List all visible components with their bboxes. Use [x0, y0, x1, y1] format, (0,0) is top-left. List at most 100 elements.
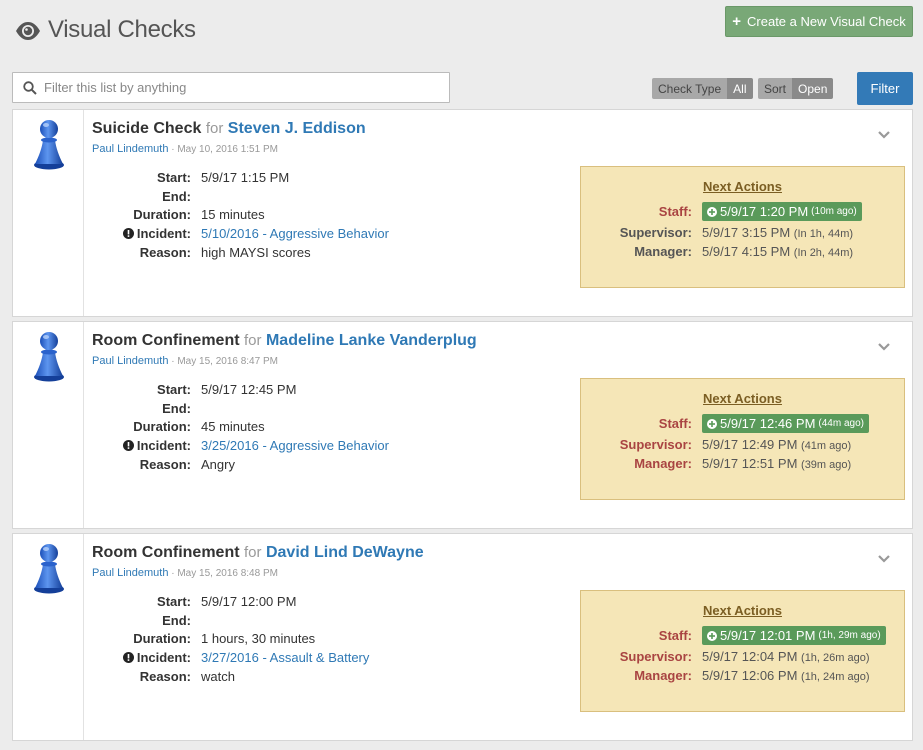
manager-label: Manager:: [634, 456, 692, 471]
incident-label: Incident:: [136, 225, 191, 241]
manager-time: 5/9/17 4:15 PM: [702, 244, 791, 259]
next-actions-panel: Next Actions Staff: 5/9/17 1:20 PM (10m …: [580, 166, 905, 288]
end-row: End:: [93, 399, 389, 418]
incident-row: Incident: 3/25/2016 - Aggressive Behavio…: [93, 436, 389, 455]
chevron-down-icon[interactable]: [877, 130, 891, 140]
supervisor-relative: (41m ago): [801, 440, 852, 452]
incident-link[interactable]: 3/25/2016 - Aggressive Behavior: [201, 438, 389, 453]
search-icon: [23, 80, 37, 95]
sort-label[interactable]: Sort: [758, 78, 793, 99]
reason-value: high MAYSI scores: [201, 244, 311, 260]
reason-row: Reason: watch: [93, 667, 369, 686]
incident-label-group: Incident:: [93, 650, 191, 665]
visual-check-card: Room Confinement for Madeline Lanke Vand…: [12, 321, 913, 529]
byline: Paul Lindemuth · May 15, 2016 8:48 PM: [92, 567, 278, 579]
check-type: Room Confinement: [92, 544, 240, 561]
check-details: Start: 5/9/17 1:15 PM End: Duration: 15 …: [93, 168, 389, 261]
for-text: for: [244, 544, 262, 561]
supervisor-row: Supervisor: 5/9/17 12:04 PM (1h, 26m ago…: [581, 649, 870, 664]
reason-value: Angry: [201, 456, 235, 472]
incident-link[interactable]: 5/10/2016 - Aggressive Behavior: [201, 226, 389, 241]
supervisor-time: 5/9/17 12:04 PM: [702, 649, 798, 664]
supervisor-row: Supervisor: 5/9/17 3:15 PM (In 1h, 44m): [581, 225, 853, 240]
start-label: Start:: [157, 593, 191, 609]
staff-time: 5/9/17 12:46 PM: [720, 416, 816, 431]
plus-circle-icon: [707, 206, 717, 217]
create-button-label: Create a New Visual Check: [747, 14, 906, 29]
reason-label: Reason:: [139, 244, 191, 260]
staff-badge[interactable]: 5/9/17 12:01 PM (1h, 29m ago): [702, 626, 886, 645]
filter-button[interactable]: Filter: [857, 72, 913, 105]
author-link[interactable]: Paul Lindemuth: [92, 567, 168, 579]
staff-badge[interactable]: 5/9/17 12:46 PM (44m ago): [702, 414, 869, 433]
supervisor-value: 5/9/17 12:49 PM (41m ago): [702, 437, 851, 452]
search-field[interactable]: [12, 72, 450, 103]
sort-value[interactable]: Open: [792, 78, 834, 99]
start-row: Start: 5/9/17 1:15 PM: [93, 168, 389, 187]
search-input[interactable]: [44, 80, 434, 95]
check-type-label[interactable]: Check Type: [652, 78, 728, 99]
visual-check-card: Room Confinement for David Lind DeWayne …: [12, 533, 913, 741]
pawn-icon: [34, 332, 64, 382]
start-row: Start: 5/9/17 12:45 PM: [93, 380, 389, 399]
visual-check-card: Suicide Check for Steven J. Eddison Paul…: [12, 109, 913, 317]
sort-toggle[interactable]: Sort Open: [758, 78, 834, 99]
duration-label: Duration:: [133, 631, 191, 647]
duration-value: 1 hours, 30 minutes: [201, 631, 316, 647]
duration-row: Duration: 1 hours, 30 minutes: [93, 629, 369, 648]
author-link[interactable]: Paul Lindemuth: [92, 355, 168, 367]
page-header: Visual Checks + Create a New Visual Chec…: [0, 0, 923, 64]
chevron-down-icon[interactable]: [877, 342, 891, 352]
manager-relative: (In 2h, 44m): [793, 247, 854, 259]
card-icon-column: [13, 110, 84, 316]
duration-row: Duration: 45 minutes: [93, 417, 389, 436]
staff-relative: (1h, 29m ago): [818, 630, 881, 641]
create-visual-check-button[interactable]: + Create a New Visual Check: [725, 6, 913, 37]
start-value: 5/9/17 1:15 PM: [201, 169, 290, 185]
info-circle-icon: [122, 439, 134, 451]
person-link[interactable]: Madeline Lanke Vanderplug: [266, 332, 477, 349]
author-link[interactable]: Paul Lindemuth: [92, 143, 168, 155]
incident-link[interactable]: 3/27/2016 - Assault & Battery: [201, 650, 369, 665]
check-details: Start: 5/9/17 12:45 PM End: Duration: 45…: [93, 380, 389, 473]
duration-label: Duration:: [133, 419, 191, 435]
reason-row: Reason: high MAYSI scores: [93, 243, 389, 262]
check-type-value[interactable]: All: [727, 78, 753, 99]
info-circle-icon: [122, 651, 134, 663]
duration-row: Duration: 15 minutes: [93, 205, 389, 224]
reason-value: watch: [201, 668, 235, 684]
check-type: Room Confinement: [92, 332, 240, 349]
card-title: Suicide Check for Steven J. Eddison: [92, 120, 366, 138]
next-actions-title[interactable]: Next Actions: [581, 179, 904, 194]
card-icon-column: [13, 534, 84, 740]
person-link[interactable]: David Lind DeWayne: [266, 544, 424, 561]
manager-label: Manager:: [634, 668, 692, 683]
eye-icon: [16, 22, 40, 40]
info-circle-icon: [122, 227, 134, 239]
duration-label: Duration:: [133, 207, 191, 223]
person-link[interactable]: Steven J. Eddison: [228, 120, 366, 137]
manager-row: Manager: 5/9/17 4:15 PM (In 2h, 44m): [581, 244, 853, 259]
chevron-down-icon[interactable]: [877, 554, 891, 564]
supervisor-value: 5/9/17 12:04 PM (1h, 26m ago): [702, 649, 870, 664]
staff-relative: (10m ago): [811, 206, 857, 217]
check-type: Suicide Check: [92, 120, 202, 137]
manager-time: 5/9/17 12:06 PM: [702, 668, 798, 683]
staff-row: Staff: 5/9/17 12:46 PM (44m ago): [581, 414, 869, 433]
card-icon-column: [13, 322, 84, 528]
end-label: End:: [162, 612, 191, 628]
plus-circle-icon: [707, 630, 717, 641]
end-row: End:: [93, 187, 389, 206]
next-actions-title[interactable]: Next Actions: [581, 391, 904, 406]
staff-time: 5/9/17 12:01 PM: [720, 628, 816, 643]
check-type-toggle[interactable]: Check Type All: [652, 78, 753, 99]
next-actions-title[interactable]: Next Actions: [581, 603, 904, 618]
manager-row: Manager: 5/9/17 12:06 PM (1h, 24m ago): [581, 668, 869, 683]
duration-value: 45 minutes: [201, 419, 265, 435]
start-row: Start: 5/9/17 12:00 PM: [93, 592, 369, 611]
supervisor-time: 5/9/17 12:49 PM: [702, 437, 798, 452]
manager-relative: (39m ago): [801, 459, 852, 471]
next-actions-panel: Next Actions Staff: 5/9/17 12:46 PM (44m…: [580, 378, 905, 500]
staff-badge[interactable]: 5/9/17 1:20 PM (10m ago): [702, 202, 862, 221]
pawn-icon: [34, 544, 64, 594]
